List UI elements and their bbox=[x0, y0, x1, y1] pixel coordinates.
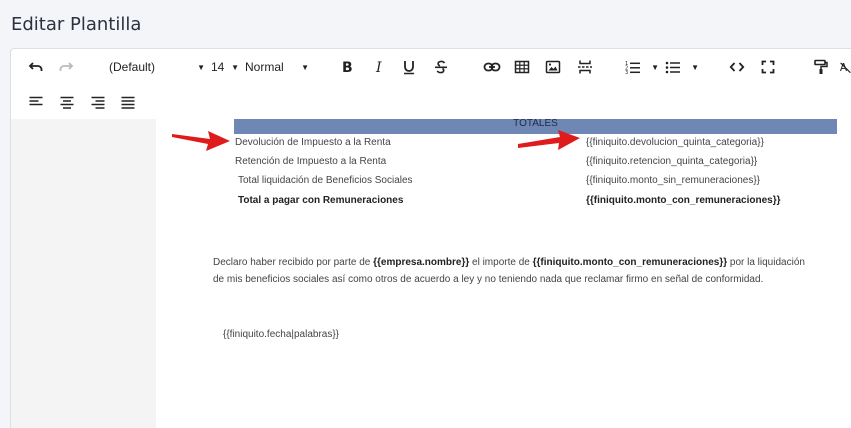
numbered-list-icon: 123 bbox=[625, 61, 640, 75]
undo-icon bbox=[28, 62, 43, 71]
chevron-down-icon: ▼ bbox=[301, 62, 309, 72]
row-value-total-pagar: {{finiquito.monto_con_remuneraciones}} bbox=[586, 195, 781, 206]
code-icon bbox=[729, 62, 745, 72]
page-break-button[interactable] bbox=[574, 56, 596, 78]
page-break-icon bbox=[578, 60, 592, 74]
link-button[interactable] bbox=[481, 56, 503, 78]
chevron-down-icon: ▼ bbox=[231, 62, 239, 72]
row-label-total-pagar: Total a pagar con Remuneraciones bbox=[238, 195, 404, 206]
row-label-retencion: Retención de Impuesto a la Renta bbox=[235, 156, 387, 167]
page-title: Editar Plantilla bbox=[11, 14, 142, 35]
svg-text:I: I bbox=[375, 60, 382, 75]
svg-text:B: B bbox=[342, 60, 353, 75]
chevron-down-icon: ▼ bbox=[197, 62, 205, 72]
align-center-button[interactable] bbox=[56, 91, 78, 113]
table-button[interactable] bbox=[511, 56, 533, 78]
fullscreen-icon bbox=[761, 60, 775, 74]
clear-formatting-button[interactable]: A bbox=[839, 56, 851, 78]
image-icon bbox=[545, 60, 561, 74]
redo-button[interactable] bbox=[55, 56, 77, 78]
strikethrough-icon bbox=[435, 60, 447, 74]
align-right-button[interactable] bbox=[87, 91, 109, 113]
source-code-button[interactable] bbox=[726, 56, 748, 78]
underline-button[interactable] bbox=[399, 56, 419, 78]
declaration-text: por la liquidación bbox=[727, 257, 805, 268]
font-size-value: 14 bbox=[211, 60, 225, 74]
underline-icon bbox=[404, 61, 414, 75]
align-justify-button[interactable] bbox=[117, 91, 139, 113]
bold-icon: B bbox=[342, 60, 353, 75]
fullscreen-button[interactable] bbox=[757, 56, 779, 78]
table-icon bbox=[514, 60, 530, 74]
empresa-placeholder: {{empresa.nombre}} bbox=[373, 257, 470, 268]
paragraph-style-value: Normal bbox=[245, 60, 284, 74]
declaration-text: Declaro haber recibido por parte de bbox=[213, 257, 374, 268]
declaration-line-2: de mis beneficios sociales así como otro… bbox=[213, 274, 764, 285]
bold-button[interactable]: B bbox=[337, 56, 357, 78]
redo-icon bbox=[59, 62, 74, 71]
document-page[interactable]: TOTALES Devolución de Impuesto a la Rent… bbox=[156, 119, 851, 428]
annotation-arrow-right bbox=[518, 130, 580, 150]
fecha-placeholder: {{finiquito.fecha|palabras}} bbox=[223, 329, 340, 340]
row-value-total-liquidacion: {{finiquito.monto_sin_remuneraciones}} bbox=[586, 175, 761, 186]
monto-placeholder: {{finiquito.monto_con_remuneraciones}} bbox=[532, 257, 728, 268]
strikethrough-button[interactable] bbox=[431, 56, 451, 78]
align-justify-icon bbox=[121, 96, 135, 109]
align-center-icon bbox=[60, 96, 74, 109]
font-family-select[interactable]: (Default) ▼ bbox=[109, 56, 205, 78]
editor-content-area[interactable]: TOTALES Devolución de Impuesto a la Rent… bbox=[11, 119, 851, 428]
declaration-line-1: Declaro haber recibido por parte de {{em… bbox=[213, 257, 805, 268]
bullet-list-icon bbox=[665, 61, 680, 74]
bullet-list-button[interactable]: ▼ bbox=[665, 56, 699, 78]
svg-text:3: 3 bbox=[625, 70, 628, 75]
row-label-devolucion: Devolución de Impuesto a la Renta bbox=[235, 137, 391, 148]
italic-button[interactable]: I bbox=[369, 56, 389, 78]
format-painter-button[interactable] bbox=[810, 56, 832, 78]
paragraph-style-select[interactable]: Normal ▼ bbox=[245, 56, 309, 78]
italic-icon: I bbox=[375, 60, 382, 75]
align-right-icon bbox=[91, 96, 105, 109]
font-size-select[interactable]: 14 ▼ bbox=[211, 56, 239, 78]
font-family-value: (Default) bbox=[109, 60, 156, 74]
clear-formatting-icon: A bbox=[840, 62, 851, 74]
align-left-button[interactable] bbox=[25, 91, 47, 113]
link-icon bbox=[483, 62, 501, 72]
row-value-devolucion: {{finiquito.devolucion_quinta_categoria}… bbox=[586, 137, 764, 148]
image-button[interactable] bbox=[542, 56, 564, 78]
declaration-text: el importe de bbox=[469, 257, 533, 268]
annotation-arrow-left bbox=[172, 131, 230, 151]
numbered-list-button[interactable]: 123 ▼ bbox=[625, 56, 659, 78]
chevron-down-icon: ▼ bbox=[651, 62, 659, 72]
editor-toolbar: (Default) ▼ 14 ▼ Normal ▼ B I 1 2 3 ▼ ▼ … bbox=[11, 49, 851, 119]
align-left-icon bbox=[29, 96, 43, 106]
row-label-total-liquidacion: Total liquidación de Beneficios Sociales bbox=[238, 175, 413, 186]
chevron-down-icon: ▼ bbox=[691, 62, 699, 72]
undo-button[interactable] bbox=[25, 56, 47, 78]
paint-roller-icon bbox=[814, 59, 828, 74]
rich-text-editor: (Default) ▼ 14 ▼ Normal ▼ B I 1 2 3 ▼ ▼ … bbox=[10, 48, 851, 428]
row-value-retencion: {{finiquito.retencion_quinta_categoria}} bbox=[586, 156, 758, 167]
